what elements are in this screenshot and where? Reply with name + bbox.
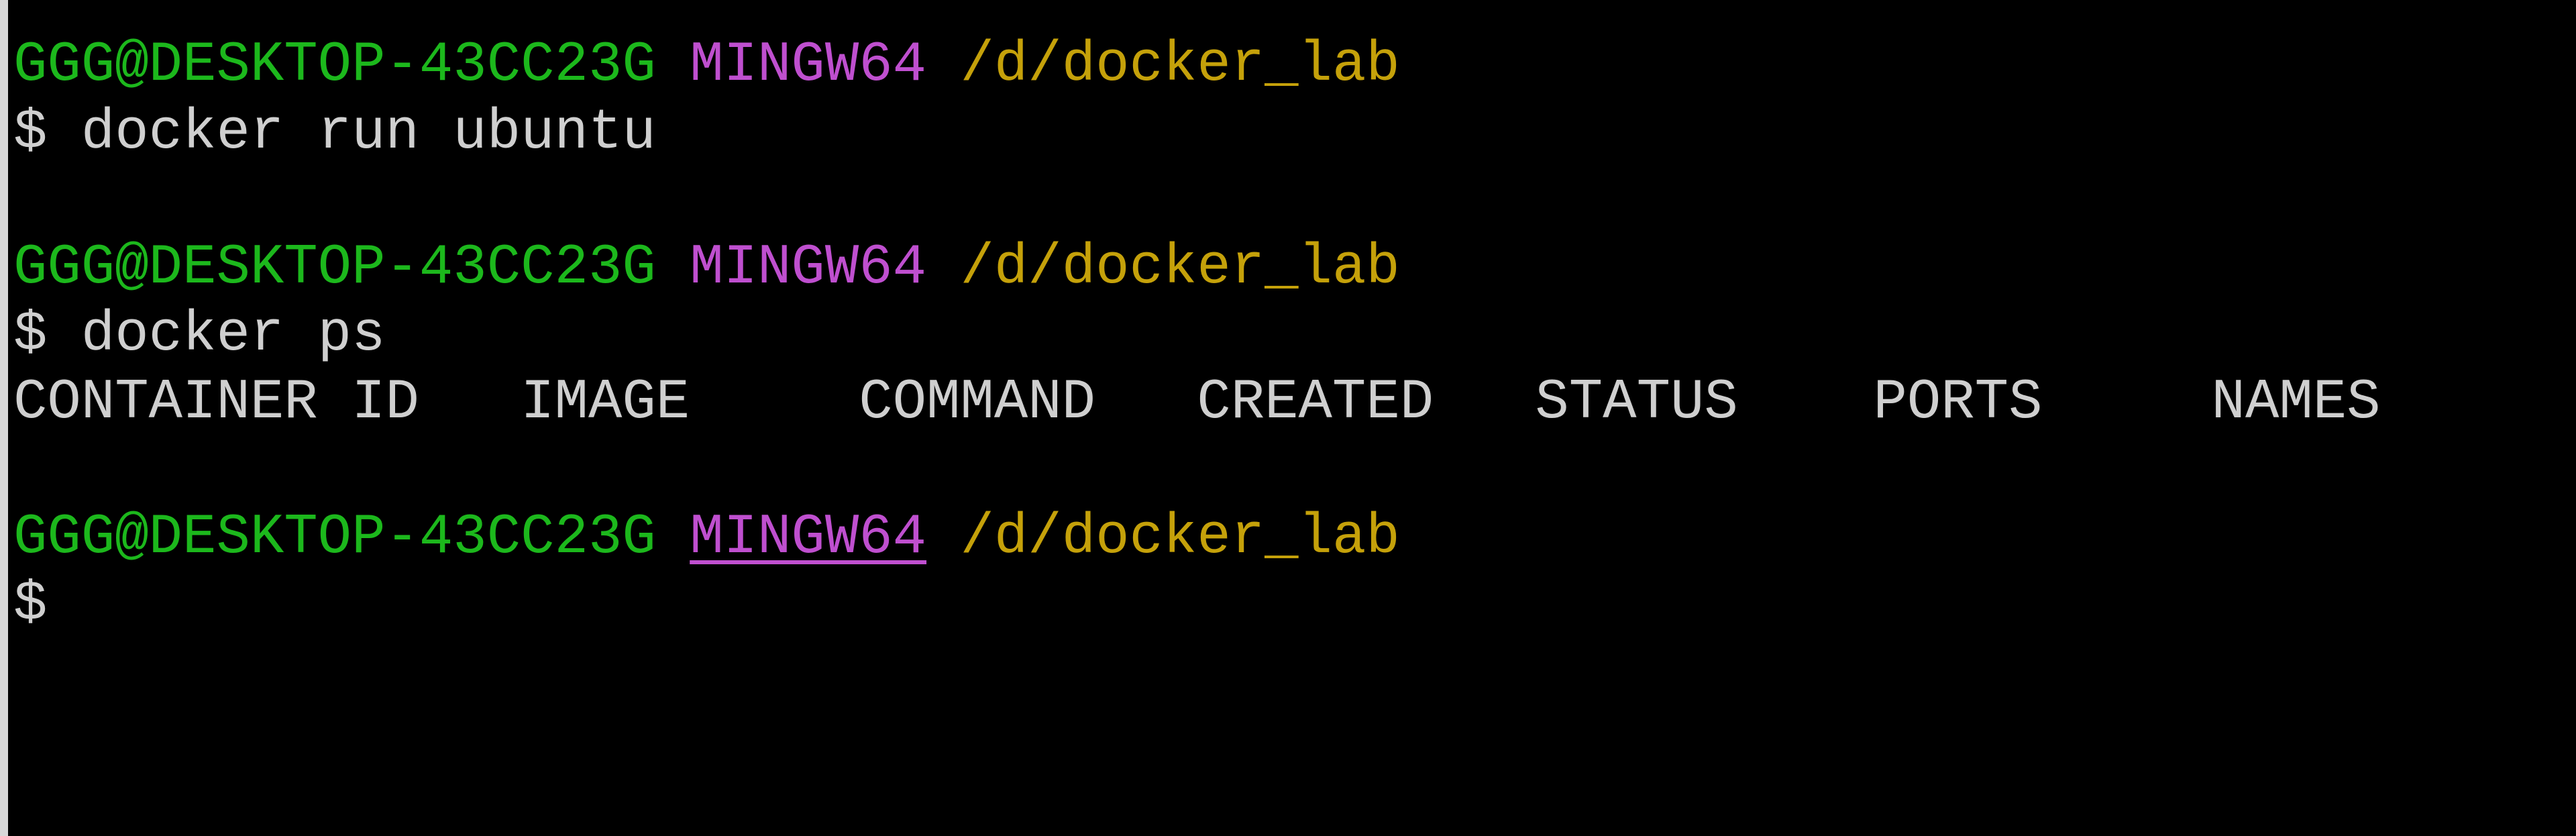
prompt-path: /d/docker_lab (960, 34, 1400, 97)
prompt-line: GGG@DESKTOP-43CC23G MINGW64 /d/docker_la… (13, 235, 2381, 303)
terminal-output[interactable]: GGG@DESKTOP-43CC23G MINGW64 /d/docker_la… (13, 32, 2381, 639)
command-line: $ docker ps (13, 303, 386, 367)
prompt-user-host: GGG@DESKTOP-43CC23G (13, 236, 656, 300)
current-input-line[interactable]: $ (13, 572, 2381, 639)
prompt-user-host: GGG@DESKTOP-43CC23G (13, 505, 656, 570)
prompt-path: /d/docker_lab (960, 505, 1400, 570)
window-left-border (0, 0, 8, 836)
prompt-line: GGG@DESKTOP-43CC23G MINGW64 /d/docker_la… (13, 505, 2381, 572)
prompt-user-host: GGG@DESKTOP-43CC23G (13, 34, 656, 97)
prompt-line: GGG@DESKTOP-43CC23G MINGW64 /d/docker_la… (13, 32, 2381, 100)
prompt-env: MINGW64 (690, 34, 927, 97)
prompt-env: MINGW64 (690, 236, 927, 300)
prompt-path: /d/docker_lab (960, 236, 1400, 300)
docker-ps-header: CONTAINER ID IMAGE COMMAND CREATED STATU… (13, 370, 2381, 435)
prompt-env-link[interactable]: MINGW64 (690, 506, 926, 570)
command-line: $ docker run ubuntu (13, 101, 656, 165)
